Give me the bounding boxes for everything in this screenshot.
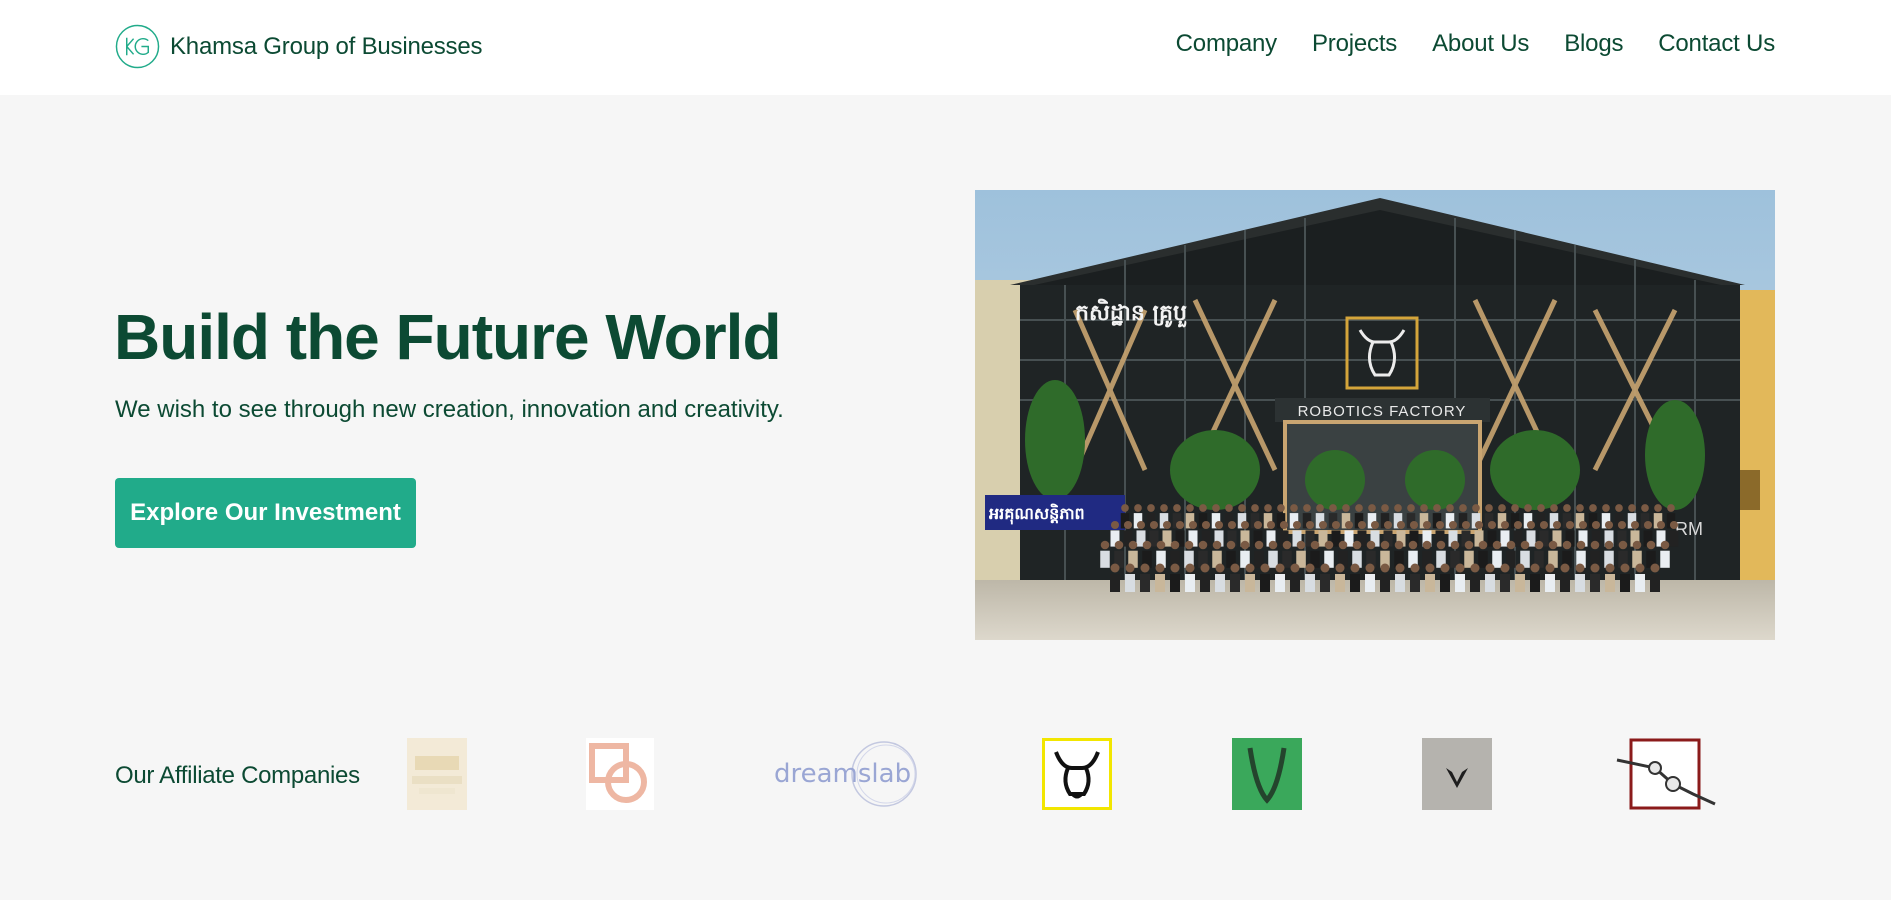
svg-text:dreamslab: dreamslab <box>774 759 911 789</box>
dreamslab-logo-icon[interactable]: dreamslab <box>774 738 924 810</box>
photo-sign-factory: ROBOTICS FACTORY <box>1298 403 1467 420</box>
affiliates-label: Our Affiliate Companies <box>115 762 360 789</box>
photo-sign-right: RM <box>1675 519 1703 539</box>
nav-blogs[interactable]: Blogs <box>1564 30 1623 58</box>
photo-banner: អរគុណសន្តិភាព <box>989 503 1085 525</box>
brand-name: Khamsa Group of Businesses <box>170 32 483 60</box>
hero-title: Build the Future World <box>114 301 782 373</box>
photo-sign-khmer: កសិដ្ឋាន គ្រូបួ <box>1075 298 1187 328</box>
green-v-logo-icon[interactable] <box>1232 738 1302 810</box>
hero-subtitle: We wish to see through new creation, inn… <box>115 396 784 423</box>
nav-projects[interactable]: Projects <box>1312 30 1397 58</box>
kg-circle-logo-icon <box>115 24 160 69</box>
nav-about-us[interactable]: About Us <box>1432 30 1529 58</box>
hero-photo: កសិដ្ឋាន គ្រូបួ ROBOTICS FACTORY អរគុណសន… <box>975 190 1775 640</box>
silver-v-logo-icon[interactable] <box>1422 738 1492 810</box>
explore-investment-button[interactable]: Explore Our Investment <box>115 478 416 548</box>
bull-head-logo-icon[interactable] <box>1042 738 1112 810</box>
overlapping-square-circle-logo-icon[interactable] <box>586 738 654 810</box>
faded-gold-logo-icon[interactable] <box>407 738 467 810</box>
main-nav: Company Projects About Us Blogs Contact … <box>1176 30 1776 58</box>
robotic-arm-logo-icon[interactable] <box>1615 738 1719 810</box>
nav-company[interactable]: Company <box>1176 30 1278 58</box>
brand-link[interactable]: Khamsa Group of Businesses <box>115 24 482 69</box>
nav-contact-us[interactable]: Contact Us <box>1658 30 1775 58</box>
site-header: Khamsa Group of Businesses Company Proje… <box>0 0 1891 95</box>
robotics-factory-photo: កសិដ្ឋាន គ្រូបួ ROBOTICS FACTORY អរគុណសន… <box>975 190 1775 640</box>
